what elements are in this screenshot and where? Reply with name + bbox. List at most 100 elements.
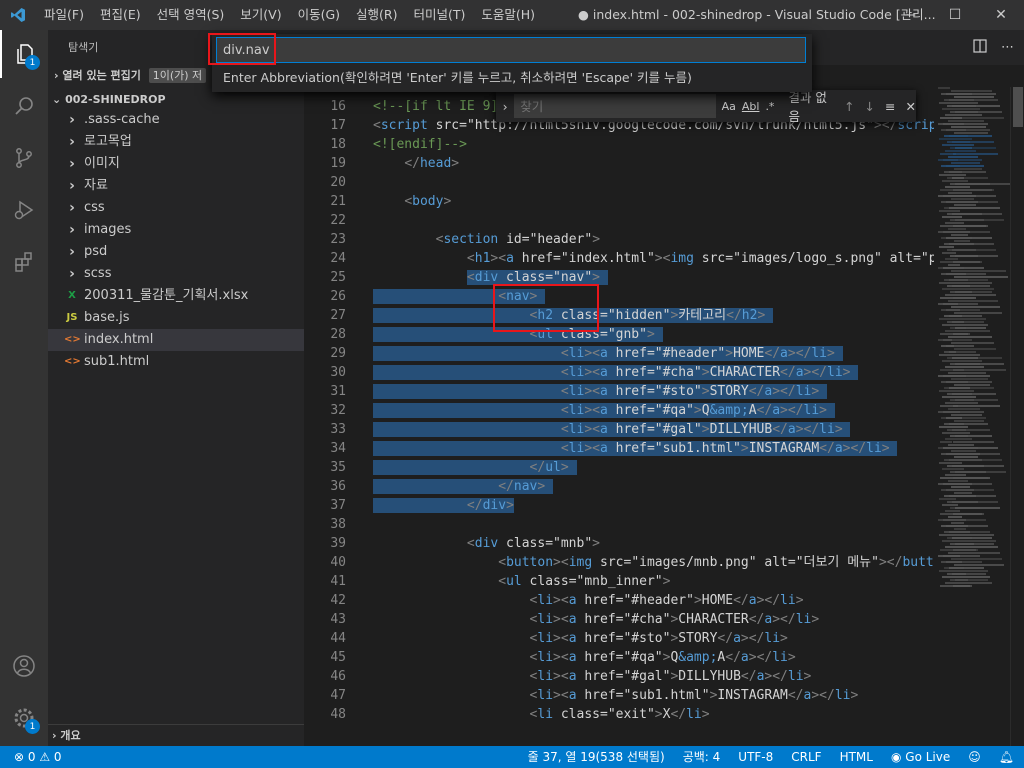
- match-case-button[interactable]: Aa: [722, 100, 736, 113]
- editor-actions: ⋯: [973, 30, 1014, 65]
- feedback-icon[interactable]: ☺: [968, 746, 981, 768]
- minimap-line: [938, 519, 966, 521]
- toggle-replace-icon[interactable]: ›: [496, 99, 514, 114]
- menu-item[interactable]: 터미널(T): [406, 0, 474, 30]
- code-line: 48 <li class="exit">X</li>: [304, 705, 934, 724]
- find-result: 결과 없음: [788, 90, 827, 124]
- close-find-icon[interactable]: ✕: [906, 99, 916, 114]
- minimap-line: [953, 153, 998, 155]
- minimap-line: [939, 138, 972, 140]
- next-match-icon[interactable]: ↓: [865, 99, 875, 114]
- folder-header[interactable]: ⌄ 002-SHINEDROP: [48, 89, 304, 111]
- menu-item[interactable]: 이동(G): [290, 0, 348, 30]
- minimap-line: [938, 483, 972, 485]
- minimap-line: [948, 300, 998, 302]
- close-window-button[interactable]: ✕: [978, 0, 1024, 30]
- minimap-line: [939, 246, 954, 248]
- code-line: 33 <li><a href="#gal">DILLYHUB</a></li>: [304, 420, 934, 439]
- find-input[interactable]: [514, 94, 716, 118]
- find-in-selection-icon[interactable]: ≡: [885, 99, 895, 114]
- notifications-bell-icon[interactable]: 🔔︎: [999, 746, 1014, 768]
- tree-item[interactable]: › css: [48, 197, 304, 219]
- line-number: 29: [330, 346, 346, 361]
- line-number: 17: [330, 118, 346, 133]
- menu-item[interactable]: 보기(V): [232, 0, 289, 30]
- menu-item[interactable]: 선택 영역(S): [149, 0, 233, 30]
- minimap-line: [947, 285, 970, 287]
- minimap-line: [944, 315, 962, 317]
- run-debug-icon[interactable]: [0, 186, 48, 234]
- line-number: 25: [330, 270, 346, 285]
- minimap-line: [953, 513, 982, 515]
- vscode-logo-icon: [0, 0, 36, 30]
- tree-item[interactable]: › 자료: [48, 175, 304, 197]
- more-actions-icon[interactable]: ⋯: [1001, 40, 1014, 55]
- title-bar: 파일(F) 편집(E) 선택 영역(S) 보기(V) 이동(G) 실행(R) 터미널(T) 도…: [0, 0, 1024, 30]
- previous-match-icon[interactable]: ↑: [844, 99, 854, 114]
- code-line: 35 </ul>: [304, 458, 934, 477]
- code-line: 19 </head>: [304, 154, 934, 173]
- explorer-icon[interactable]: 1: [0, 30, 48, 78]
- minimap-line: [948, 228, 966, 230]
- code-editor[interactable]: 1516<!--[if lt IE 9]>17<script src="http…: [304, 87, 934, 746]
- menu-item[interactable]: 파일(F): [36, 0, 92, 30]
- source-control-icon[interactable]: [0, 134, 48, 182]
- tree-item[interactable]: › .sass-cache: [48, 109, 304, 131]
- minimap-line: [954, 420, 984, 422]
- go-live-button[interactable]: ◉ Go Live: [891, 746, 950, 768]
- line-number: 22: [330, 213, 346, 228]
- problems-status[interactable]: ⊗ 0 ⚠ 0: [14, 746, 62, 768]
- encoding-status[interactable]: UTF-8: [738, 746, 773, 768]
- tree-item[interactable]: › 로고목업: [48, 131, 304, 153]
- tree-item[interactable]: › 이미지: [48, 153, 304, 175]
- maximize-button[interactable]: ☐: [932, 0, 978, 30]
- minimap-line: [954, 564, 1004, 566]
- minimap-line: [941, 129, 990, 131]
- editor-scrollbar[interactable]: [1010, 87, 1024, 746]
- tree-item[interactable]: <> sub1.html: [48, 351, 304, 373]
- explorer-badge: 1: [25, 55, 40, 70]
- scrollbar-thumb[interactable]: [1013, 87, 1023, 127]
- menu-item[interactable]: 도움말(H): [473, 0, 543, 30]
- minimap-line: [944, 99, 998, 101]
- chevron-right-icon: ›: [54, 69, 59, 82]
- minimap-line: [938, 411, 984, 413]
- tree-item[interactable]: X 200311_물감툰_기획서.xlsx: [48, 285, 304, 307]
- minimize-button[interactable]: —: [886, 0, 932, 30]
- minimap[interactable]: [934, 87, 1010, 746]
- tree-item[interactable]: JS base.js: [48, 307, 304, 329]
- search-icon[interactable]: [0, 82, 48, 130]
- menu-item[interactable]: 실행(R): [348, 0, 405, 30]
- minimap-line: [945, 510, 960, 512]
- code-line: 38: [304, 515, 934, 534]
- manage-gear-icon[interactable]: 1: [0, 694, 48, 742]
- abbreviation-input[interactable]: [216, 37, 806, 63]
- tree-item-label: css: [84, 200, 105, 215]
- tree-item[interactable]: › images: [48, 219, 304, 241]
- window-title: ● index.html - 002-shinedrop - Visual St…: [578, 7, 936, 22]
- split-editor-icon[interactable]: [973, 38, 987, 57]
- account-icon[interactable]: [0, 642, 48, 690]
- code-text: <ul class="mnb_inner">: [498, 574, 671, 589]
- match-whole-word-button[interactable]: Abl: [742, 100, 760, 113]
- minimap-line: [953, 369, 1006, 371]
- eol-status[interactable]: CRLF: [791, 746, 821, 768]
- minimap-line: [947, 213, 982, 215]
- code-text: <li><a href="#qa">Q&amp;A</a></li>: [529, 650, 796, 665]
- chevron-right-icon: ›: [69, 244, 75, 260]
- cursor-position[interactable]: 줄 37, 열 19(538 선택됨): [528, 746, 665, 768]
- indentation-status[interactable]: 공백: 4: [683, 746, 721, 768]
- menu-item[interactable]: 편집(E): [92, 0, 149, 30]
- use-regex-button[interactable]: .*: [765, 100, 774, 113]
- code-text: <li><a href="#header">HOME</a></li>: [529, 593, 804, 608]
- tree-item[interactable]: › scss: [48, 263, 304, 285]
- language-mode[interactable]: HTML: [840, 746, 873, 768]
- line-number: 33: [330, 422, 346, 437]
- minimap-line: [948, 552, 1000, 554]
- tree-item-label: base.js: [84, 310, 130, 325]
- tree-item[interactable]: › psd: [48, 241, 304, 263]
- minimap-line: [948, 444, 974, 446]
- extensions-icon[interactable]: [0, 238, 48, 286]
- tree-item[interactable]: <> index.html: [48, 329, 304, 351]
- outline-section[interactable]: › 개요: [48, 724, 304, 746]
